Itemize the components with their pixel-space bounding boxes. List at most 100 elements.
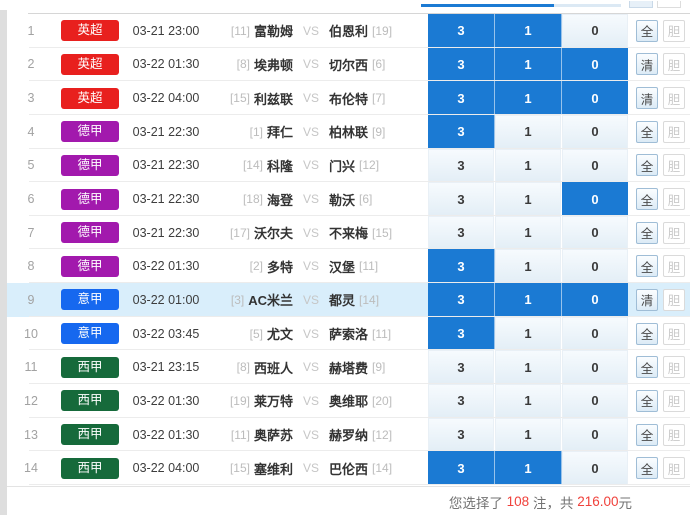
row-actions: 全 胆 [636,14,685,48]
pick-1-cell[interactable]: 1 [495,47,562,82]
select-all-or-clear-button[interactable]: 清 [636,53,658,76]
league-badge: 西甲 [61,390,119,412]
select-all-or-clear-button[interactable]: 全 [636,389,658,412]
pick-1-cell[interactable]: 1 [495,451,562,485]
pick-1-cell[interactable]: 1 [495,350,562,385]
league-badge: 德甲 [61,188,119,210]
home-team-name: 奥萨苏 [253,428,293,443]
pick-3-cell[interactable]: 3 [428,182,495,216]
pick-0-cell[interactable]: 0 [562,182,628,216]
dan-button[interactable]: 胆 [663,154,685,177]
away-team-rank: [7] [372,91,386,106]
pick-0-cell[interactable]: 0 [562,14,628,48]
select-all-or-clear-button[interactable]: 全 [636,255,658,278]
away-team-name: 勒沃 [329,192,356,208]
home-team: [8] 埃弗顿 [207,48,293,82]
dan-button[interactable]: 胆 [663,120,685,143]
dan-button[interactable]: 胆 [663,322,685,345]
dan-button[interactable]: 胆 [663,188,685,211]
pick-0-cell[interactable]: 0 [562,81,628,115]
home-team-name: AC米兰 [248,293,293,309]
pick-1-cell[interactable]: 1 [495,215,562,250]
select-all-or-clear-button[interactable]: 全 [636,356,658,379]
home-team: [17] 沃尔夫 [207,216,293,250]
pick-0-cell[interactable]: 0 [562,417,628,452]
pick-3-cell[interactable]: 3 [428,215,495,250]
pick-3-cell[interactable]: 3 [428,148,495,183]
away-team: 赫塔费 [9] [329,350,421,384]
select-all-or-clear-button[interactable]: 清 [636,87,658,110]
pick-1-cell[interactable]: 1 [495,249,562,284]
pick-3-cell[interactable]: 3 [428,417,495,452]
pick-3-cell[interactable]: 3 [428,249,495,284]
pick-0-cell[interactable]: 0 [562,384,628,418]
pick-3-cell[interactable]: 3 [428,350,495,385]
select-all-or-clear-button[interactable]: 全 [636,120,658,143]
dan-button[interactable]: 胆 [663,87,685,110]
pick-0-cell[interactable]: 0 [562,114,628,149]
home-team-name: 莱万特 [253,394,293,410]
dan-button[interactable]: 胆 [663,356,685,379]
dan-button[interactable]: 胆 [663,53,685,76]
dan-button[interactable]: 胆 [663,457,685,480]
pick-3-cell[interactable]: 3 [428,451,495,485]
pick-options: 310 [428,81,628,115]
pick-1-cell[interactable]: 1 [495,316,562,351]
pick-3-cell[interactable]: 3 [428,81,495,115]
away-team-name: 汉堡 [329,259,356,275]
dan-button[interactable]: 胆 [663,288,685,311]
away-team-name: 奥维耶 [329,394,369,410]
match-time: 03-21 23:15 [132,360,200,375]
away-team: 汉堡 [11] [329,249,421,283]
dan-button[interactable]: 胆 [663,423,685,446]
away-team: 赫罗纳 [12] [329,418,421,452]
pick-options: 310 [428,451,628,485]
dan-button[interactable]: 胆 [663,221,685,244]
dan-button[interactable]: 胆 [663,389,685,412]
select-all-or-clear-button[interactable]: 全 [636,154,658,177]
pick-1-cell[interactable]: 1 [495,14,562,48]
home-team-name: 塞维利 [253,461,293,477]
pick-0-cell[interactable]: 0 [562,350,628,385]
pick-3-cell[interactable]: 3 [428,316,495,351]
pick-3-cell[interactable]: 3 [428,283,495,317]
dan-button[interactable]: 胆 [663,255,685,278]
pick-3-cell[interactable]: 3 [428,14,495,48]
match-index: 13 [24,427,38,442]
pick-0-cell[interactable]: 0 [562,148,628,183]
select-all-or-clear-button[interactable]: 全 [636,322,658,345]
pick-3-cell[interactable]: 3 [428,384,495,418]
select-all-or-clear-button[interactable]: 全 [636,221,658,244]
select-all-or-clear-button[interactable]: 全 [636,423,658,446]
pick-0-cell[interactable]: 0 [562,47,628,82]
select-all-or-clear-button[interactable]: 全 [636,457,658,480]
pick-0-cell[interactable]: 0 [562,316,628,351]
summary-mid: 注，共 [529,495,578,511]
pick-0-cell[interactable]: 0 [562,215,628,250]
pick-0-cell[interactable]: 0 [562,249,628,284]
pick-3-cell[interactable]: 3 [428,47,495,82]
pick-0-cell[interactable]: 0 [562,283,628,317]
select-all-or-clear-button[interactable]: 清 [636,288,658,311]
select-all-or-clear-button[interactable]: 全 [636,188,658,211]
select-all-or-clear-button[interactable]: 全 [636,19,658,42]
vs-label: VS [302,91,319,106]
match-index: 4 [27,124,35,139]
pick-1-cell[interactable]: 1 [495,182,562,216]
pick-1-cell[interactable]: 1 [495,114,562,149]
pick-options: 310 [428,350,628,385]
pick-1-cell[interactable]: 1 [495,81,562,115]
match-row: 6 德甲 03-21 22:30 [18] 海登 VS 勒沃 [6] 310 全 胆 [7,182,690,216]
pick-1-cell[interactable]: 1 [495,148,562,183]
pick-1-cell[interactable]: 1 [495,384,562,418]
pick-1-cell[interactable]: 1 [495,417,562,452]
dan-button[interactable]: 胆 [663,19,685,42]
match-time: 03-22 03:45 [132,326,200,341]
pick-3-cell[interactable]: 3 [428,114,495,149]
home-team: [1] 拜仁 [207,115,293,149]
match-index: 14 [24,461,38,476]
row-actions: 清 胆 [636,283,685,317]
home-team-rank: [15] [229,91,250,106]
pick-0-cell[interactable]: 0 [562,451,628,485]
pick-1-cell[interactable]: 1 [495,283,562,317]
